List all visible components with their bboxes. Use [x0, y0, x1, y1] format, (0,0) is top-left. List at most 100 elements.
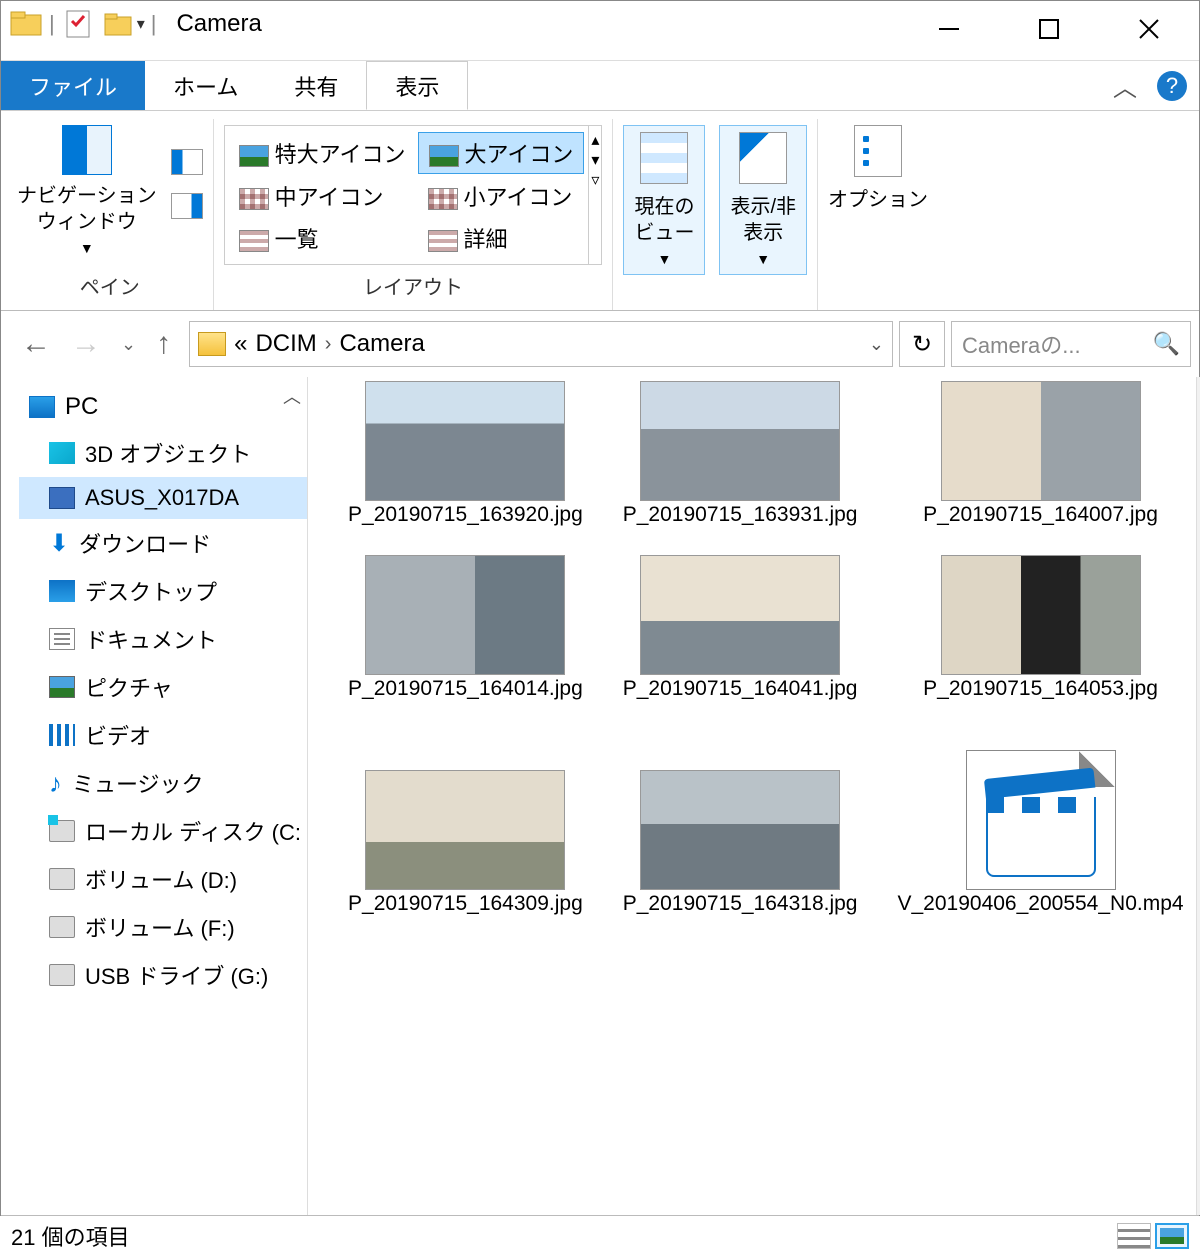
tree-item-volume-f[interactable]: ボリューム (F:) [19, 903, 307, 951]
tab-view[interactable]: 表示 [366, 61, 468, 110]
current-view-icon [640, 132, 688, 184]
navigation-tree[interactable]: ︿ PC 3D オブジェクト ASUS_X017DA ⬇ダウンロード デスクトッ… [1, 377, 308, 1215]
titlebar: | ▾ | Camera [1, 1, 1199, 61]
tab-file[interactable]: ファイル [1, 61, 145, 110]
new-folder-icon[interactable] [101, 7, 135, 41]
layout-large[interactable]: 大アイコン [418, 132, 585, 174]
tree-item-documents[interactable]: ドキュメント [19, 615, 307, 663]
collapse-ribbon-icon[interactable]: ︿ [1101, 61, 1149, 110]
thumbnail-icon [941, 555, 1141, 675]
file-item[interactable]: V_20190406_200554_N0.mp4 [897, 750, 1183, 918]
refresh-button[interactable]: ↻ [899, 321, 945, 367]
gallery-scroll-down[interactable]: ▾ [591, 150, 599, 170]
nav-row: ← → ⌄ ↑ « DCIM › Camera ⌄ ↻ Cameraの... 🔍 [1, 311, 1199, 377]
history-dropdown[interactable]: ⌄ [121, 334, 136, 355]
address-bar[interactable]: « DCIM › Camera ⌄ [189, 321, 893, 367]
file-item[interactable]: P_20190715_164318.jpg [623, 770, 858, 918]
forward-button[interactable]: → [71, 327, 101, 361]
ribbon-group-panes: ペイン [80, 265, 140, 310]
ribbon-tabs: ファイル ホーム 共有 表示 ︿ ? [1, 61, 1199, 111]
options-button[interactable]: オプション [828, 125, 928, 213]
qat-sep2: | [151, 11, 157, 37]
ribbon: ナビゲーション ウィンドウ ▼ ペイン 特大アイコン 大アイコン [1, 111, 1199, 311]
window-title: Camera [176, 10, 261, 38]
tree-item-downloads[interactable]: ⬇ダウンロード [19, 519, 307, 567]
maximize-button[interactable] [999, 1, 1099, 57]
gallery-expand[interactable]: ▿ [591, 170, 599, 190]
current-view-button[interactable]: 現在の ビュー ▼ [623, 125, 705, 275]
view-details-button[interactable] [1117, 1223, 1151, 1249]
thumbnail-icon [365, 555, 565, 675]
tree-item-music[interactable]: ♪ミュージック [19, 759, 307, 807]
tree-item-localdisk-c[interactable]: ローカル ディスク (C: [19, 807, 307, 855]
search-placeholder: Cameraの... [962, 328, 1081, 360]
video-file-icon [966, 750, 1116, 890]
thumbnail-icon [640, 770, 840, 890]
tree-scroll-up[interactable]: ︿ [283, 383, 301, 409]
status-bar: 21 個の項目 [1, 1215, 1199, 1255]
chevron-down-icon: ▼ [658, 250, 672, 268]
thumbnail-icon [365, 381, 565, 501]
show-hide-icon [739, 132, 787, 184]
file-item[interactable]: P_20190715_164041.jpg [623, 555, 858, 703]
vertical-scrollbar[interactable]: ︿ ﹀ [1196, 377, 1200, 1215]
status-item-count: 21 個の項目 [11, 1220, 130, 1252]
minimize-button[interactable] [899, 1, 999, 57]
chevron-down-icon: ▼ [80, 239, 94, 257]
gallery-scroll-up[interactable]: ▴ [591, 130, 599, 150]
search-input[interactable]: Cameraの... 🔍 [951, 321, 1191, 367]
chevron-right-icon[interactable]: › [325, 333, 332, 356]
details-pane-button[interactable] [171, 193, 203, 219]
help-button[interactable]: ? [1157, 71, 1187, 101]
navigation-pane-button[interactable]: ナビゲーション ウィンドウ ▼ [17, 125, 157, 257]
breadcrumb-prefix: « [234, 330, 247, 358]
thumbnail-icon [640, 381, 840, 501]
layout-small[interactable]: 小アイコン [418, 176, 585, 216]
options-icon [854, 125, 902, 177]
file-item[interactable]: P_20190715_164053.jpg [897, 555, 1183, 703]
tab-share[interactable]: 共有 [266, 61, 366, 110]
tree-item-pictures[interactable]: ピクチャ [19, 663, 307, 711]
folder-icon [198, 332, 226, 356]
navigation-pane-icon [62, 125, 112, 175]
tree-item-usb-g[interactable]: USB ドライブ (G:) [19, 951, 307, 999]
chevron-down-icon: ▼ [756, 250, 770, 268]
layout-extra-large[interactable]: 特大アイコン [229, 132, 416, 174]
file-item[interactable]: P_20190715_164014.jpg [348, 555, 583, 703]
search-icon: 🔍 [1153, 331, 1180, 357]
file-item[interactable]: P_20190715_163920.jpg [348, 381, 583, 529]
preview-pane-button[interactable] [171, 149, 203, 175]
tree-item-3dobjects[interactable]: 3D オブジェクト [19, 429, 307, 477]
address-dropdown-icon[interactable]: ⌄ [869, 334, 884, 355]
folder-icon [9, 7, 43, 41]
tree-item-volume-d[interactable]: ボリューム (D:) [19, 855, 307, 903]
qat-sep: | [49, 11, 55, 37]
layout-list[interactable]: 一覧 [229, 218, 416, 258]
breadcrumb-dcim[interactable]: DCIM [255, 330, 316, 358]
options-label: オプション [828, 187, 928, 213]
file-item[interactable]: P_20190715_164007.jpg [897, 381, 1183, 529]
show-hide-label: 表示/非 表示 [730, 194, 796, 246]
back-button[interactable]: ← [21, 327, 51, 361]
show-hide-button[interactable]: 表示/非 表示 ▼ [719, 125, 807, 275]
tree-item-videos[interactable]: ビデオ [19, 711, 307, 759]
file-list[interactable]: P_20190715_163920.jpg P_20190715_163931.… [308, 377, 1196, 1215]
layout-details[interactable]: 詳細 [418, 218, 585, 258]
navigation-pane-label: ナビゲーション ウィンドウ [17, 183, 157, 235]
close-button[interactable] [1099, 1, 1199, 57]
tree-item-pc[interactable]: PC [19, 385, 307, 429]
layout-gallery[interactable]: 特大アイコン 大アイコン 中アイコン 小アイコン 一覧 詳細 [224, 125, 590, 265]
file-item[interactable]: P_20190715_163931.jpg [623, 381, 858, 529]
file-item[interactable]: P_20190715_164309.jpg [348, 770, 583, 918]
properties-icon[interactable] [61, 7, 95, 41]
thumbnail-icon [365, 770, 565, 890]
tree-item-asus[interactable]: ASUS_X017DA [19, 477, 307, 519]
layout-medium[interactable]: 中アイコン [229, 176, 416, 216]
thumbnail-icon [941, 381, 1141, 501]
tree-item-desktop[interactable]: デスクトップ [19, 567, 307, 615]
view-thumbnails-button[interactable] [1155, 1223, 1189, 1249]
tab-home[interactable]: ホーム [145, 61, 266, 110]
breadcrumb-camera[interactable]: Camera [339, 330, 424, 358]
up-button[interactable]: ↑ [156, 327, 171, 361]
qat-dropdown-icon[interactable]: ▾ [137, 14, 145, 34]
